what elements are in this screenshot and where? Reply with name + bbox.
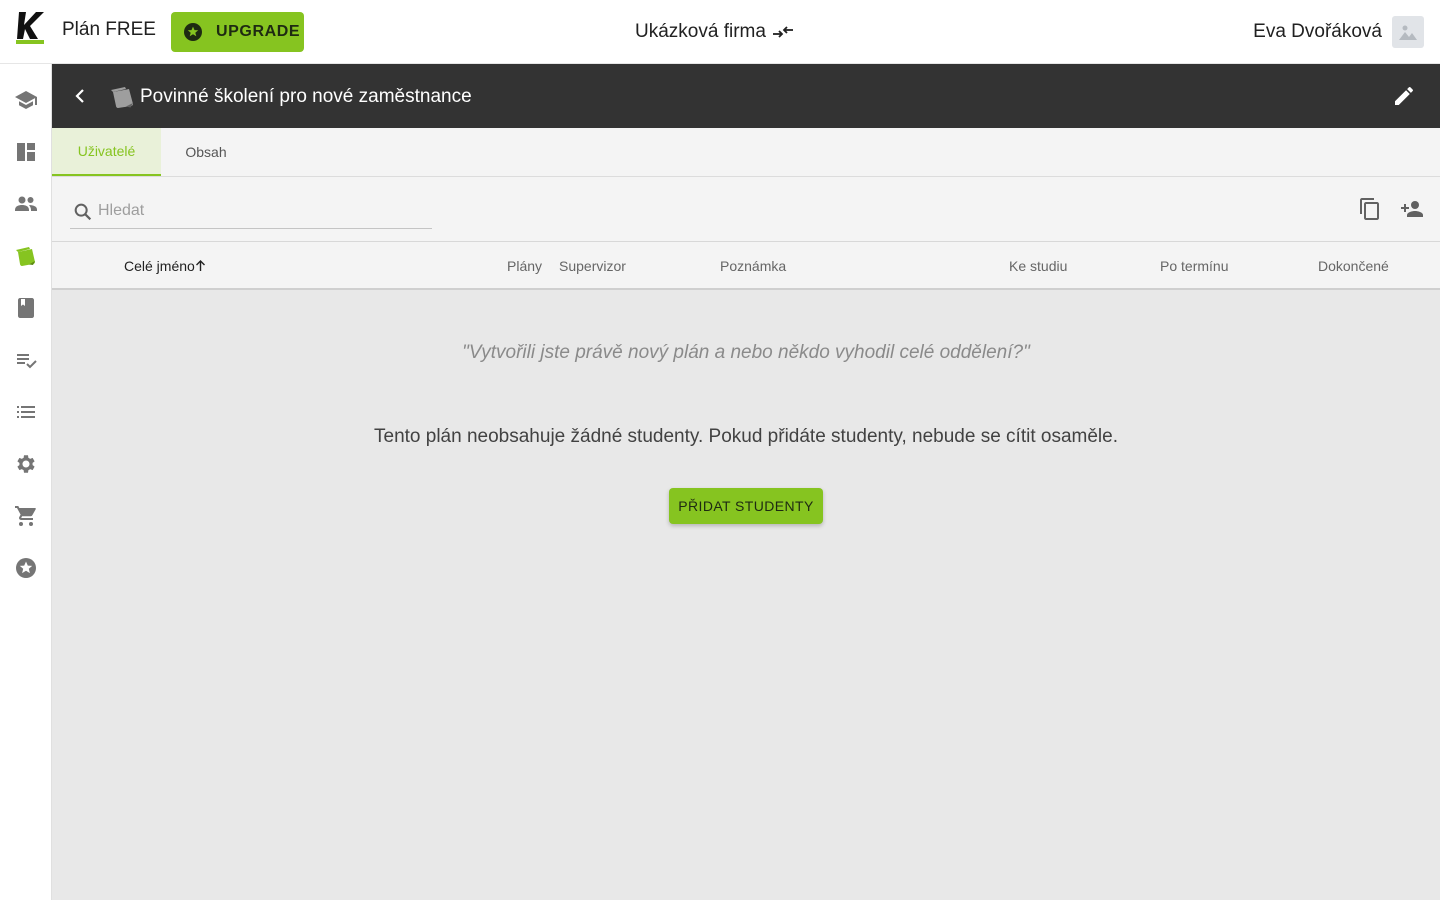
column-label: Celé jméno	[124, 258, 195, 274]
sidebar-item-dashboard[interactable]	[14, 140, 38, 164]
sidebar-item-shop[interactable]	[14, 504, 38, 528]
cart-icon	[15, 506, 36, 526]
graduation-cap-icon	[15, 91, 37, 109]
plan-label: Plán FREE	[62, 19, 156, 40]
star-badge-icon	[184, 23, 202, 41]
search-icon	[74, 203, 92, 221]
learning-plans-icon	[16, 247, 35, 266]
sidebar-item-lists[interactable]	[14, 400, 38, 424]
empty-state: "Vytvořili jste právě nový plán a nebo n…	[52, 290, 1440, 900]
empty-state-message: Tento plán neobsahuje žádné studenty. Po…	[374, 426, 1118, 447]
sidebar-item-settings[interactable]	[14, 452, 38, 476]
company-switcher[interactable]: Ukázková firma	[635, 21, 794, 43]
column-header-overdue[interactable]: Po termínu	[1160, 258, 1228, 274]
image-placeholder-icon	[1399, 25, 1417, 40]
sort-arrow-up-icon	[195, 260, 205, 271]
column-header-note[interactable]: Poznámka	[720, 258, 786, 274]
sidebar	[0, 64, 52, 900]
sidebar-item-users[interactable]	[14, 192, 38, 216]
tab-users[interactable]: Uživatelé	[52, 128, 161, 176]
people-icon	[15, 196, 37, 211]
avatar[interactable]	[1392, 16, 1424, 48]
sidebar-item-library[interactable]	[14, 296, 38, 320]
learning-plans-icon	[111, 87, 133, 108]
back-chevron-icon[interactable]	[68, 84, 92, 108]
logo-icon[interactable]	[16, 11, 46, 45]
book-icon	[18, 298, 34, 318]
settings-icon	[17, 455, 35, 473]
tab-bar: Uživatelé Obsah	[52, 128, 1440, 177]
page-title: Povinné školení pro nové zaměstnance	[140, 86, 472, 107]
copy-icon[interactable]	[1358, 197, 1382, 221]
sidebar-item-tasks[interactable]	[14, 348, 38, 372]
search-input[interactable]	[98, 199, 428, 223]
list-icon	[17, 406, 35, 418]
upgrade-button[interactable]: UPGRADE	[171, 12, 304, 52]
add-students-button[interactable]: PŘIDAT STUDENTY	[669, 488, 823, 524]
toolbar	[52, 177, 1440, 242]
user-name[interactable]: Eva Dvořáková	[1253, 21, 1382, 43]
column-header-supervisor[interactable]: Supervizor	[559, 258, 626, 274]
column-header-completed[interactable]: Dokončené	[1318, 258, 1389, 274]
column-header-plans[interactable]: Plány	[507, 258, 542, 274]
tab-content[interactable]: Obsah	[161, 128, 251, 176]
plan-header: Povinné školení pro nové zaměstnance	[52, 64, 1440, 128]
sidebar-item-courses[interactable]	[14, 88, 38, 112]
swap-arrows-icon	[772, 26, 793, 38]
column-header-to-study[interactable]: Ke studiu	[1009, 258, 1067, 274]
company-name: Ukázková firma	[635, 21, 766, 42]
sidebar-item-premium[interactable]	[14, 556, 38, 580]
sidebar-item-plans[interactable]	[14, 244, 38, 268]
empty-state-quote: "Vytvořili jste právě nový plán a nebo n…	[462, 342, 1030, 363]
search-box	[70, 197, 432, 229]
edit-pencil-icon[interactable]	[1392, 84, 1416, 108]
column-header-full-name[interactable]: Celé jméno	[124, 258, 206, 274]
dashboard-icon	[17, 143, 35, 161]
add-user-icon[interactable]	[1400, 197, 1424, 221]
top-bar: Plán FREE UPGRADE Ukázková firma Eva Dvo…	[0, 0, 1440, 64]
playlist-check-icon	[17, 354, 37, 369]
upgrade-label: UPGRADE	[216, 23, 301, 40]
table-header: Celé jméno Plány Supervizor Poznámka Ke …	[52, 242, 1440, 290]
star-badge-icon	[16, 558, 36, 578]
